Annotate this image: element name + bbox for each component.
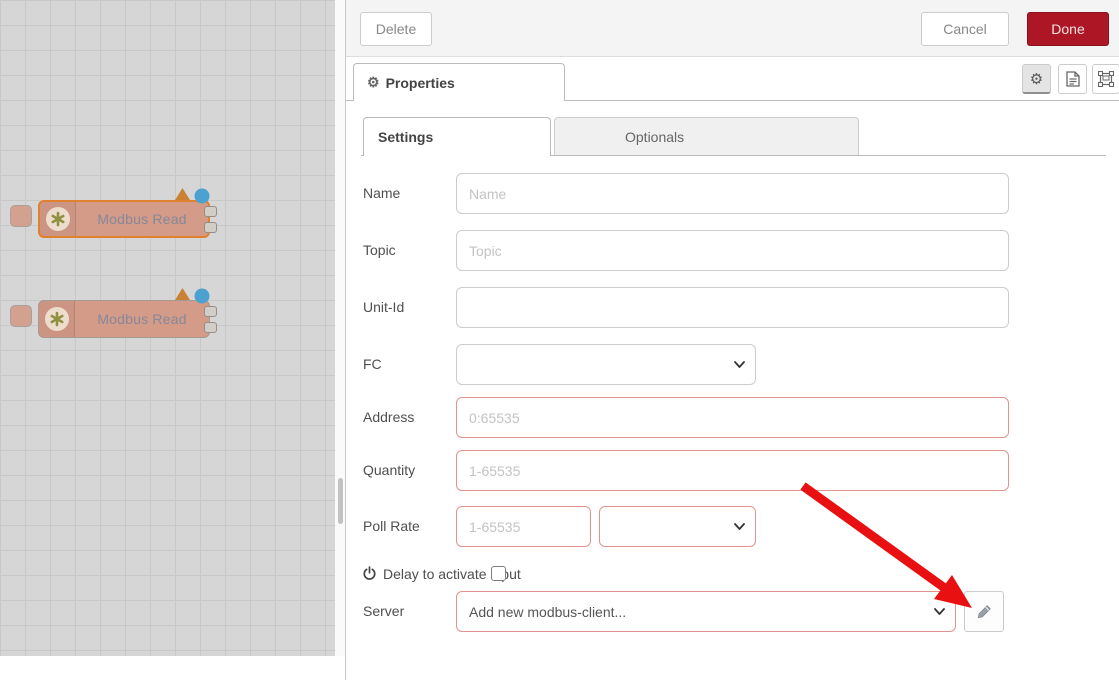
node-button[interactable]: [10, 305, 32, 327]
modbus-read-node[interactable]: Modbus Read: [38, 300, 210, 338]
fc-label: FC: [363, 356, 382, 372]
node-button[interactable]: [10, 205, 32, 227]
cancel-button[interactable]: Cancel: [921, 12, 1009, 46]
edit-server-button[interactable]: [964, 591, 1004, 632]
description-icon-button[interactable]: [1058, 64, 1087, 94]
tab-settings[interactable]: Settings: [363, 117, 551, 156]
node-output-port[interactable]: [204, 322, 217, 333]
tab-optionals-label: Optionals: [625, 129, 684, 145]
tab-properties[interactable]: ⚙ Properties: [353, 63, 565, 101]
node-output-port[interactable]: [204, 222, 217, 233]
edit-tray: Delete Cancel Done ⚙ Properties ⚙ Settin…: [345, 0, 1119, 680]
name-label: Name: [363, 185, 400, 201]
server-select-value: Add new modbus-client...: [469, 604, 626, 620]
name-input[interactable]: [456, 173, 1009, 214]
tab-properties-label: Properties: [386, 75, 455, 91]
node-icon-area: [39, 301, 75, 337]
object-group-icon: [1098, 71, 1114, 87]
tab-optionals[interactable]: Optionals: [554, 117, 859, 156]
done-button[interactable]: Done: [1027, 12, 1109, 46]
address-label: Address: [363, 409, 414, 425]
poll-rate-input[interactable]: [456, 506, 591, 547]
delay-input-checkbox[interactable]: [491, 566, 506, 581]
gear-icon: ⚙: [367, 74, 380, 91]
poll-rate-label: Poll Rate: [363, 518, 420, 534]
server-select[interactable]: Add new modbus-client...: [456, 591, 956, 632]
chevron-down-icon: [734, 361, 745, 369]
document-icon: [1066, 71, 1080, 87]
node-output-port[interactable]: [204, 306, 217, 317]
modbus-read-node[interactable]: Modbus Read: [38, 200, 210, 238]
tray-scrollbar-track[interactable]: [335, 0, 345, 656]
appearance-icon-button[interactable]: [1092, 64, 1119, 94]
topic-input[interactable]: [456, 230, 1009, 271]
address-input[interactable]: [456, 397, 1009, 438]
delete-button[interactable]: Delete: [360, 12, 432, 46]
node-changed-dot-icon: [194, 188, 210, 204]
node-warning-triangle-icon: [175, 288, 190, 300]
power-icon: [362, 566, 377, 581]
poll-rate-unit-select[interactable]: [599, 506, 756, 547]
node-icon-area: [40, 202, 76, 236]
modbus-asterisk-icon: [45, 307, 69, 331]
pencil-icon: [977, 604, 992, 619]
gear-icon: ⚙: [1030, 70, 1043, 88]
node-label: Modbus Read: [75, 311, 209, 327]
fc-select[interactable]: [456, 344, 756, 385]
topic-label: Topic: [363, 242, 396, 258]
server-label: Server: [363, 603, 404, 619]
unit-id-label: Unit-Id: [363, 299, 404, 315]
quantity-input[interactable]: [456, 450, 1009, 491]
properties-icon-button[interactable]: ⚙: [1022, 64, 1051, 94]
chevron-down-icon: [734, 523, 745, 531]
unit-id-input[interactable]: [456, 287, 1009, 328]
chevron-down-icon: [934, 608, 945, 616]
node-changed-dot-icon: [194, 288, 210, 304]
node-output-port[interactable]: [204, 206, 217, 217]
quantity-label: Quantity: [363, 462, 415, 478]
tray-scrollbar-thumb[interactable]: [338, 478, 343, 524]
modbus-asterisk-icon: [46, 207, 70, 231]
node-label: Modbus Read: [76, 211, 208, 227]
node-warning-triangle-icon: [175, 188, 190, 200]
tab-settings-label: Settings: [378, 129, 433, 145]
